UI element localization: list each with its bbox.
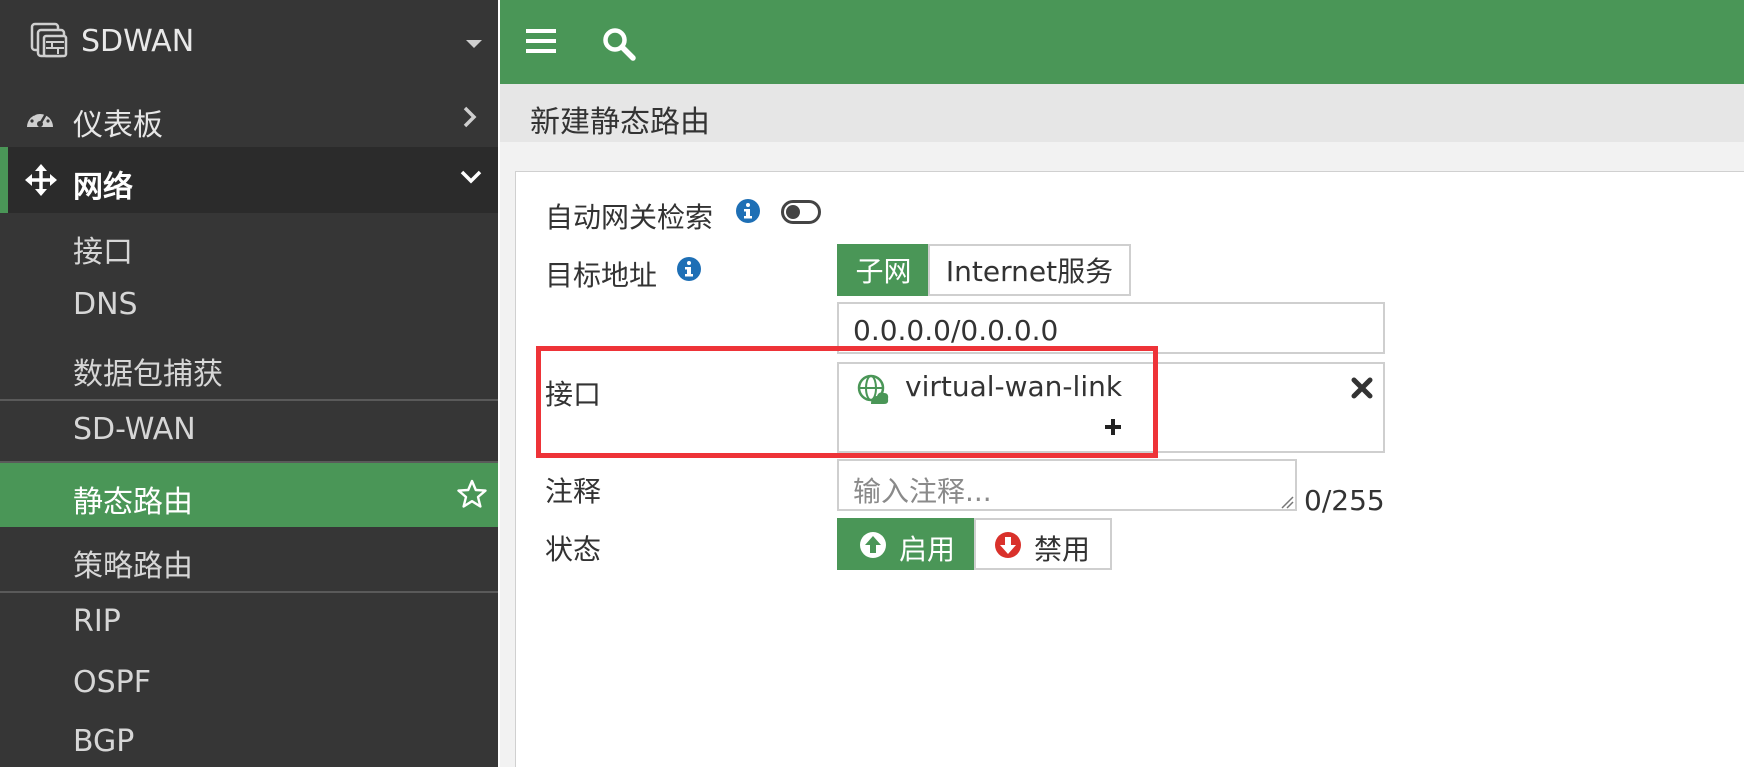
- sidebar-item-label: 仪表板: [73, 108, 163, 143]
- remove-x-icon[interactable]: [1350, 376, 1374, 404]
- sidebar-item-rip[interactable]: RIP: [0, 593, 498, 653]
- status-enable-label: 启用: [899, 533, 956, 566]
- page-title: 新建静态路由: [530, 105, 710, 140]
- chevron-right-icon: [462, 105, 478, 133]
- status-disable-button[interactable]: 禁用: [974, 518, 1112, 570]
- info-icon[interactable]: [676, 256, 702, 286]
- comment-textarea[interactable]: 输入注释...: [837, 459, 1297, 511]
- sidebar: SDWAN 仪表板 网络 接口 DNS 数据包捕获 SD-WAN 静态路由 策略…: [0, 0, 498, 767]
- sidebar-item-policy-routes[interactable]: 策略路由: [0, 530, 498, 590]
- auto-gateway-label: 自动网关检索: [545, 201, 714, 234]
- destination-label: 目标地址: [545, 259, 658, 292]
- sidebar-item-bgp[interactable]: BGP: [0, 713, 498, 767]
- sidebar-item-label: DNS: [73, 287, 138, 322]
- destination-internet-service-option[interactable]: Internet服务: [928, 244, 1131, 296]
- highlight-annotation-box: [536, 346, 1158, 458]
- toggle-knob: [786, 205, 800, 219]
- favorite-star-icon[interactable]: [457, 479, 487, 513]
- sidebar-item-interfaces[interactable]: 接口: [0, 216, 498, 276]
- resize-grip-icon[interactable]: [1280, 494, 1742, 765]
- active-indicator: [0, 147, 8, 213]
- app-window: SDWAN 仪表板 网络 接口 DNS 数据包捕获 SD-WAN 静态路由 策略…: [0, 0, 1744, 767]
- sidebar-item-label: 数据包捕获: [73, 357, 223, 392]
- arrow-up-circle-icon: [859, 531, 887, 566]
- sidebar-item-packet-capture[interactable]: 数据包捕获: [0, 338, 498, 398]
- status-disable-label: 禁用: [1034, 533, 1091, 566]
- caret-down-icon: [466, 40, 482, 48]
- sidebar-item-label: RIP: [73, 604, 121, 639]
- status-enable-button[interactable]: 启用: [837, 518, 975, 570]
- sidebar-item-static-routes[interactable]: 静态路由: [0, 463, 498, 527]
- gauge-icon: [24, 105, 56, 135]
- sidebar-item-label: BGP: [73, 724, 135, 759]
- sidebar-item-dashboard[interactable]: 仪表板: [0, 87, 498, 147]
- page-header: 新建静态路由: [500, 84, 1744, 142]
- device-name: SDWAN: [81, 24, 195, 59]
- top-bar: [500, 0, 1744, 84]
- sidebar-item-network[interactable]: 网络: [0, 147, 498, 213]
- device-selector[interactable]: SDWAN: [0, 0, 498, 87]
- hamburger-menu-icon[interactable]: [526, 28, 556, 58]
- firewall-device-icon: [30, 22, 70, 64]
- arrow-down-circle-icon: [994, 531, 1022, 566]
- sidebar-item-label: 网络: [73, 170, 133, 205]
- comment-char-counter: 0/255: [1304, 484, 1385, 517]
- sidebar-item-sd-wan[interactable]: SD-WAN: [0, 401, 498, 461]
- destination-subnet-option[interactable]: 子网: [837, 244, 930, 296]
- auto-gateway-toggle[interactable]: [781, 200, 821, 224]
- chevron-down-icon: [460, 169, 482, 189]
- sidebar-item-label: 策略路由: [73, 549, 193, 584]
- move-arrows-icon: [25, 164, 57, 200]
- status-label: 状态: [545, 533, 602, 566]
- sidebar-item-label: OSPF: [73, 665, 152, 700]
- sidebar-item-dns[interactable]: DNS: [0, 276, 498, 336]
- sidebar-item-ospf[interactable]: OSPF: [0, 654, 498, 714]
- search-icon[interactable]: [602, 27, 636, 65]
- info-icon[interactable]: [735, 198, 761, 228]
- sidebar-item-label: 静态路由: [73, 485, 193, 520]
- sidebar-item-label: 接口: [73, 235, 133, 270]
- comment-label: 注释: [545, 475, 602, 508]
- sidebar-item-label: SD-WAN: [73, 412, 196, 447]
